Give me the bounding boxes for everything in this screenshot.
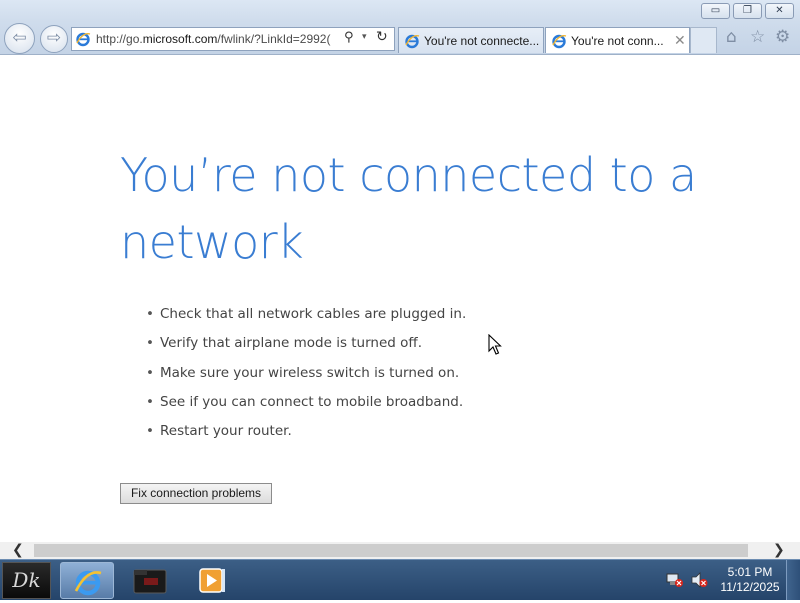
mouse-cursor-icon [488, 334, 502, 355]
close-tab-icon[interactable]: ✕ [674, 32, 686, 49]
tab-label: You're not conn... [571, 34, 664, 48]
ie-icon [552, 34, 567, 49]
search-icon[interactable]: ⚲ [344, 30, 354, 45]
tip-text: Verify that airplane mode is turned off. [160, 335, 423, 352]
troubleshooting-list: • Check that all network cables are plugg… [146, 304, 466, 450]
bullet-icon: • [146, 306, 154, 322]
clock-date: 11/12/2025 [720, 580, 780, 594]
list-item: • Check that all network cables are plugg… [146, 304, 466, 333]
tip-text: Restart your router. [160, 423, 292, 440]
scroll-right-icon[interactable]: ❯ [773, 542, 785, 559]
horizontal-scrollbar[interactable]: ❮ ❯ [0, 542, 800, 559]
tab-label: You're not connecte... [424, 34, 540, 48]
ie-icon [74, 570, 102, 596]
tip-text: See if you can connect to mobile broadba… [160, 393, 464, 410]
dark-folder-icon [133, 569, 167, 594]
close-window-button[interactable]: ✕ [765, 3, 794, 19]
scroll-left-icon[interactable]: ❮ [12, 542, 24, 559]
start-button[interactable]: Dk [2, 562, 51, 599]
navigation-bar: ⇦ ⇨ http://go.microsoft.com/fwlink/?Link… [0, 22, 800, 55]
taskbar-media-player[interactable] [184, 562, 238, 599]
network-disconnected-icon[interactable] [666, 572, 684, 588]
chevron-down-icon[interactable]: ▾ [362, 32, 367, 42]
home-icon[interactable]: ⌂ [726, 27, 737, 47]
show-desktop-button[interactable] [786, 560, 800, 600]
media-player-icon [199, 568, 225, 593]
url-domain: microsoft.com [142, 32, 218, 46]
refresh-icon[interactable]: ↻ [376, 29, 388, 45]
tip-text: Make sure your wireless switch is turned… [160, 364, 460, 381]
minimize-button[interactable]: ▭ [701, 3, 730, 19]
bullet-icon: • [146, 393, 154, 410]
bullet-icon: • [146, 335, 154, 352]
address-bar[interactable]: http://go.microsoft.com/fwlink/?LinkId=2… [71, 27, 395, 51]
url-prefix: http://go. [96, 32, 143, 46]
bullet-icon: • [146, 423, 154, 440]
back-button[interactable]: ⇦ [4, 23, 35, 54]
page-title: You’re not connected to a network [120, 148, 697, 269]
taskbar-folder-app[interactable] [122, 562, 176, 599]
list-item: • Restart your router. [146, 421, 466, 450]
taskbar: Dk 5:01 PM 11/12/2025 [0, 559, 800, 600]
gear-icon[interactable]: ⚙ [775, 27, 790, 47]
list-item: • Verify that airplane mode is turned off… [146, 333, 466, 362]
forward-button[interactable]: ⇨ [40, 25, 68, 53]
title-bar: ▭ ❐ ✕ [0, 0, 800, 22]
url-text[interactable]: http://go.microsoft.com/fwlink/?LinkId=2… [96, 32, 342, 46]
clock-time: 5:01 PM [727, 565, 773, 579]
list-item: • See if you can connect to mobile broadb… [146, 392, 466, 421]
tip-text: Check that all network cables are plugge… [160, 306, 467, 322]
list-item: • Make sure your wireless switch is turne… [146, 363, 466, 392]
page-content: You’re not connected to a network • Check… [0, 56, 800, 542]
maximize-button[interactable]: ❐ [733, 3, 762, 19]
tab-not-connected-2[interactable]: You're not conn... ✕ [545, 27, 690, 53]
favorites-star-icon[interactable]: ☆ [750, 27, 765, 47]
scrollbar-thumb[interactable] [34, 544, 748, 557]
bullet-icon: • [146, 364, 154, 381]
new-tab-button[interactable] [690, 27, 717, 53]
tab-not-connected-1[interactable]: You're not connecte... [398, 27, 544, 53]
url-path: /fwlink/?LinkId=2992( [217, 32, 331, 46]
taskbar-internet-explorer[interactable] [60, 562, 114, 599]
system-clock[interactable]: 5:01 PM 11/12/2025 [714, 565, 786, 595]
volume-muted-icon[interactable] [690, 572, 708, 588]
ie-icon [405, 34, 420, 49]
ie-icon [76, 32, 91, 47]
fix-connection-button[interactable]: Fix connection problems [120, 483, 272, 504]
